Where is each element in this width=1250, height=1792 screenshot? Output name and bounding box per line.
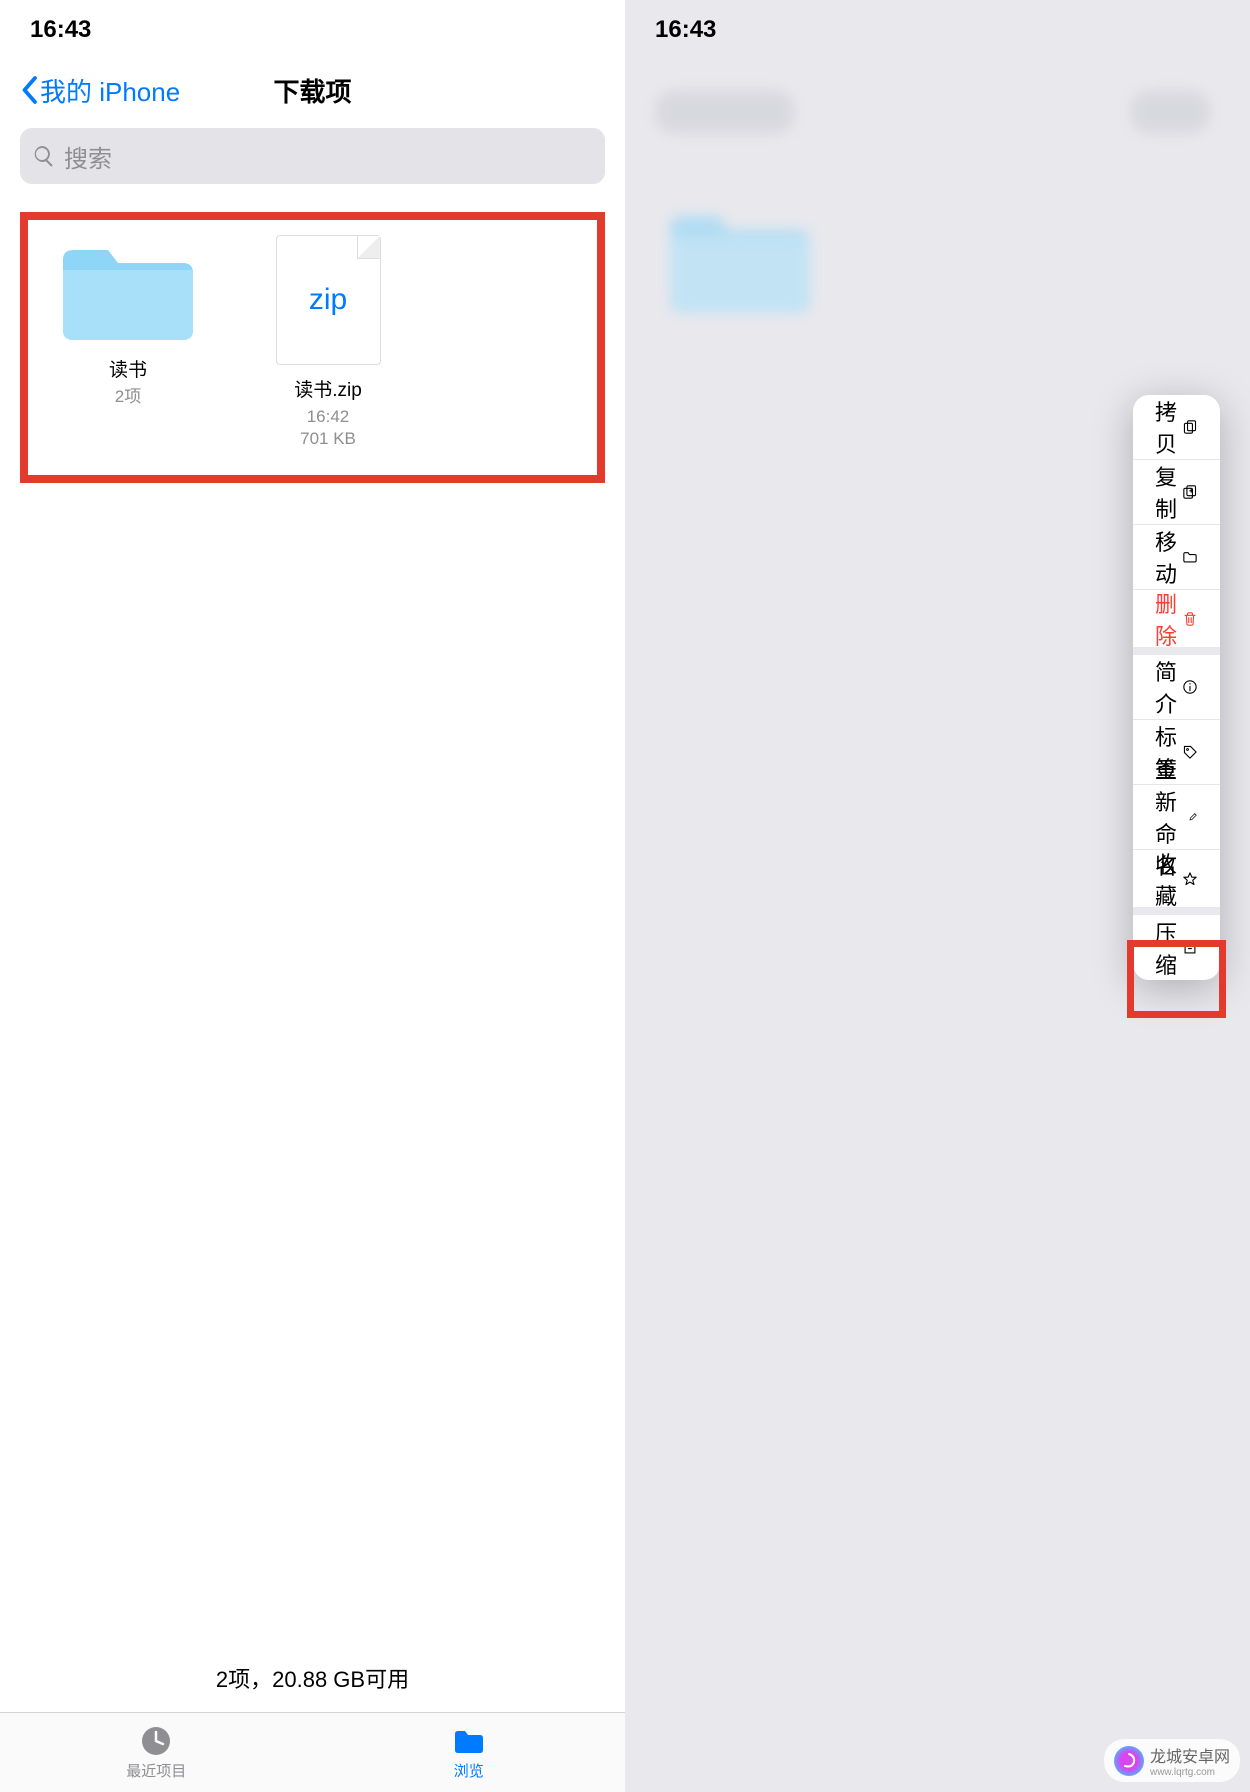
menu-move[interactable]: 移动 <box>1133 525 1220 590</box>
info-icon <box>1182 674 1198 700</box>
file-name: 读书.zip <box>294 375 362 402</box>
watermark-url: www.lqrtg.com <box>1150 1767 1230 1778</box>
tab-label: 浏览 <box>454 1760 484 1781</box>
zip-label: zip <box>309 283 347 317</box>
folder-icon <box>1182 544 1198 570</box>
clock-icon <box>139 1724 173 1758</box>
clock-time: 16:43 <box>30 16 91 44</box>
status-bar: 16:43 <box>0 0 625 60</box>
search-input[interactable]: 搜索 <box>20 128 605 184</box>
file-meta: 2项 <box>115 386 141 408</box>
menu-copy[interactable]: 拷贝 <box>1133 395 1220 460</box>
context-menu: 拷贝 复制 移动 删除 简介 标签 重新命名 收藏 <box>1133 395 1220 980</box>
menu-duplicate[interactable]: 复制 <box>1133 460 1220 525</box>
file-name: 读书 <box>109 355 147 382</box>
archive-icon <box>1182 935 1198 961</box>
menu-label: 复制 <box>1155 460 1182 524</box>
chevron-left-icon <box>20 75 38 105</box>
clock-time: 16:43 <box>655 16 716 44</box>
copy-icon <box>1182 414 1198 440</box>
left-phone: 16:43 我的 iPhone 下载项 搜索 读书 2项 zip <box>0 0 625 1792</box>
folder-tab-icon <box>452 1724 486 1758</box>
trash-icon <box>1182 606 1198 632</box>
back-button[interactable]: 我的 iPhone <box>20 72 180 109</box>
zip-icon: zip <box>276 235 381 365</box>
menu-label: 拷贝 <box>1155 395 1182 459</box>
pencil-icon <box>1188 804 1198 830</box>
menu-label: 简介 <box>1155 655 1182 719</box>
star-icon <box>1182 866 1198 892</box>
folder-item[interactable]: 读书 2项 <box>43 235 213 450</box>
tab-browse[interactable]: 浏览 <box>313 1713 626 1792</box>
watermark-text: 龙城安卓网 <box>1150 1743 1230 1767</box>
page-title: 下载项 <box>273 72 351 109</box>
menu-compress[interactable]: 压缩 <box>1133 915 1220 980</box>
highlight-box: 读书 2项 zip 读书.zip 16:42701 KB <box>20 212 605 483</box>
storage-status: 2项，20.88 GB可用 <box>0 1644 625 1712</box>
menu-info[interactable]: 简介 <box>1133 655 1220 720</box>
tab-bar: 最近项目 浏览 <box>0 1712 625 1792</box>
file-grid: 读书 2项 zip 读书.zip 16:42701 KB <box>0 192 625 1644</box>
folder-icon <box>58 235 198 345</box>
zip-item[interactable]: zip 读书.zip 16:42701 KB <box>243 235 413 450</box>
watermark-logo-icon <box>1114 1746 1144 1776</box>
right-phone: 16:43 拷贝 复制 移动 删除 简介 标签 <box>625 0 1250 1792</box>
menu-label: 删除 <box>1155 587 1182 651</box>
duplicate-icon <box>1182 479 1198 505</box>
menu-label: 压缩 <box>1155 916 1182 980</box>
tab-label: 最近项目 <box>126 1760 186 1781</box>
watermark: 龙城安卓网 www.lqrtg.com <box>1104 1739 1240 1782</box>
search-placeholder: 搜索 <box>64 139 112 174</box>
blurred-background <box>625 60 1250 324</box>
tab-recent[interactable]: 最近项目 <box>0 1713 313 1792</box>
menu-favorite[interactable]: 收藏 <box>1133 850 1220 915</box>
menu-label: 移动 <box>1155 525 1182 589</box>
menu-delete[interactable]: 删除 <box>1133 590 1220 655</box>
menu-label: 收藏 <box>1155 847 1182 911</box>
back-label: 我的 iPhone <box>40 72 180 109</box>
nav-bar: 我的 iPhone 下载项 <box>0 60 625 120</box>
file-meta: 16:42701 KB <box>300 406 356 450</box>
menu-rename[interactable]: 重新命名 <box>1133 785 1220 850</box>
blurred-folder-icon <box>665 199 815 319</box>
status-bar: 16:43 <box>625 0 1250 60</box>
search-icon <box>32 144 56 168</box>
